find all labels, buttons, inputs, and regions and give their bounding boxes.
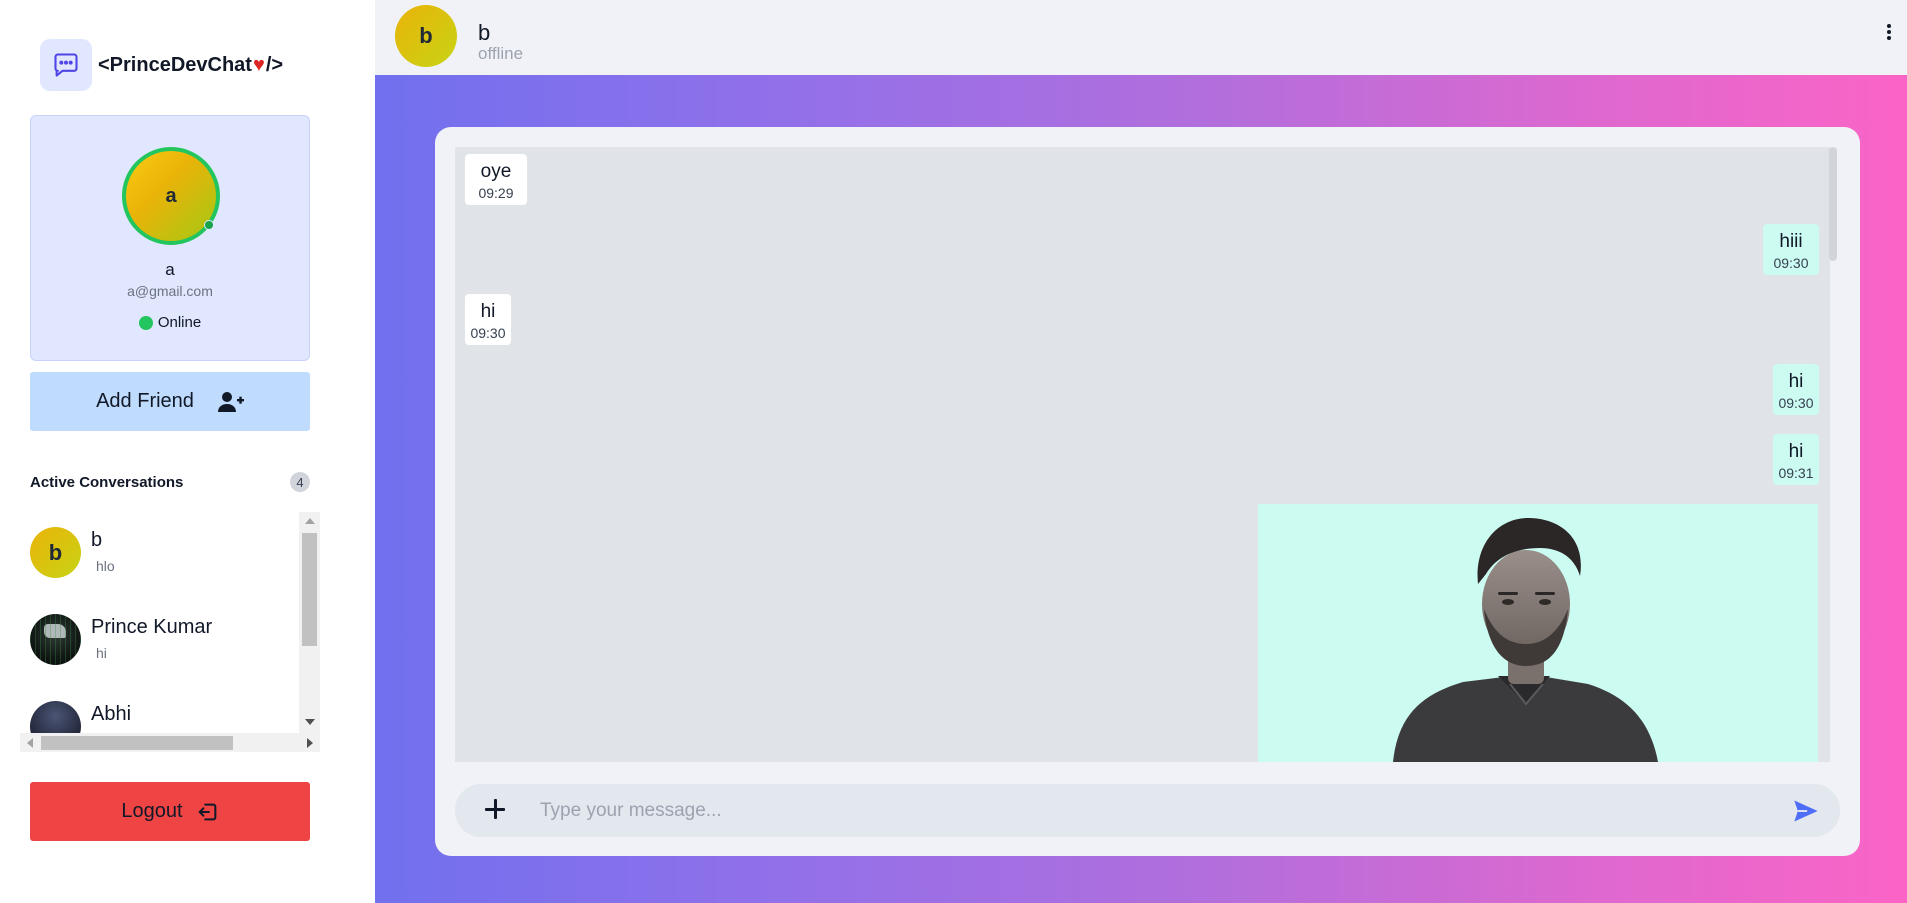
add-friend-label: Add Friend	[96, 390, 194, 412]
message-bubble: oye 09:29	[465, 154, 527, 205]
scroll-left-icon[interactable]	[27, 738, 33, 748]
brand-name-end: />	[265, 53, 284, 76]
brand-name: <PrinceDevChat ♥ />	[98, 54, 283, 77]
conversation-name: Prince Kumar	[91, 616, 213, 638]
scrollbar-thumb[interactable]	[302, 533, 317, 646]
conversation-name: b	[91, 529, 103, 551]
scroll-up-icon[interactable]	[305, 518, 315, 524]
logout-button[interactable]: Logout	[30, 782, 310, 841]
message-time: 09:30	[1773, 255, 1809, 271]
conversation-items: b b hlo Prince Kumar hi Abhi	[20, 512, 300, 733]
avatar	[30, 701, 81, 733]
scroll-right-icon[interactable]	[307, 738, 313, 748]
scrollbar-thumb[interactable]	[41, 736, 233, 750]
conversation-list[interactable]: b b hlo Prince Kumar hi Abhi	[20, 512, 320, 752]
profile-card: a a a@gmail.com Online	[30, 115, 310, 361]
conversations-header: Active Conversations 4	[30, 472, 310, 492]
status-dot-icon	[138, 315, 153, 330]
avatar: b	[30, 527, 81, 578]
logout-label: Logout	[121, 800, 183, 822]
profile-avatar: a	[122, 147, 220, 245]
horizontal-scrollbar[interactable]	[20, 733, 320, 752]
message-time: 09:29	[478, 185, 514, 201]
profile-name: a	[165, 260, 175, 279]
message-text: oye	[480, 161, 512, 182]
message-scrollbar[interactable]	[1829, 147, 1837, 762]
message-input[interactable]	[540, 794, 1740, 828]
send-icon[interactable]	[1792, 797, 1820, 825]
user-plus-icon	[217, 391, 244, 412]
chat-bubble-icon	[40, 39, 92, 91]
sidebar: <PrinceDevChat ♥ /> a a a@gmail.com Onli…	[0, 0, 375, 903]
chat-partner-status: offline	[478, 44, 524, 63]
conversation-name: Abhi	[91, 703, 132, 725]
avatar	[30, 614, 81, 665]
chat-partner-avatar[interactable]: b	[395, 5, 457, 67]
brand-name-start: <PrinceDevChat	[98, 53, 252, 76]
status-label: Online	[157, 314, 202, 331]
heart-icon: ♥	[252, 53, 265, 76]
brand: <PrinceDevChat ♥ />	[40, 39, 283, 91]
profile-status: Online	[31, 314, 309, 331]
conversation-last-message: hi	[96, 645, 107, 661]
message-text: hi	[1788, 441, 1804, 462]
conversation-text: b hlo	[91, 527, 115, 587]
scroll-down-icon[interactable]	[305, 719, 315, 725]
message-text: hi	[1788, 371, 1804, 392]
image-message[interactable]	[1258, 504, 1818, 762]
logout-icon	[198, 803, 216, 820]
message-text: hi	[480, 301, 496, 322]
conversations-count-badge: 4	[290, 472, 310, 492]
conversation-text: Prince Kumar hi	[91, 614, 212, 674]
conversation-text: Abhi	[91, 701, 131, 733]
scrollbar-thumb[interactable]	[1829, 147, 1837, 261]
message-time: 09:30	[1778, 395, 1814, 411]
add-friend-button[interactable]: Add Friend	[30, 372, 310, 431]
conversation-item-prince-kumar[interactable]: Prince Kumar hi	[30, 614, 290, 674]
message-bubble: hi 09:30	[1773, 364, 1819, 415]
vertical-scrollbar[interactable]	[299, 512, 320, 733]
profile-email: a@gmail.com	[127, 283, 213, 299]
message-bubble: hi 09:30	[465, 294, 511, 345]
person-photo	[1393, 518, 1658, 762]
chat-partner-name: b	[478, 20, 491, 45]
message-time: 09:31	[1778, 465, 1814, 481]
message-composer	[455, 784, 1840, 837]
message-bubble: hiii 09:30	[1763, 224, 1819, 275]
conversations-title: Active Conversations	[30, 473, 184, 491]
online-indicator	[204, 220, 214, 230]
message-time: 09:30	[470, 325, 506, 341]
chat-header: b b offline	[375, 0, 1907, 75]
conversation-item-abhi[interactable]: Abhi	[30, 701, 290, 733]
message-bubble: hi 09:31	[1773, 434, 1819, 485]
message-text: hiii	[1779, 231, 1803, 252]
more-options-icon[interactable]	[1885, 24, 1893, 44]
conversation-item-b[interactable]: b b hlo	[30, 527, 290, 587]
conversation-last-message: hlo	[96, 558, 115, 574]
attach-plus-icon[interactable]	[485, 799, 507, 821]
